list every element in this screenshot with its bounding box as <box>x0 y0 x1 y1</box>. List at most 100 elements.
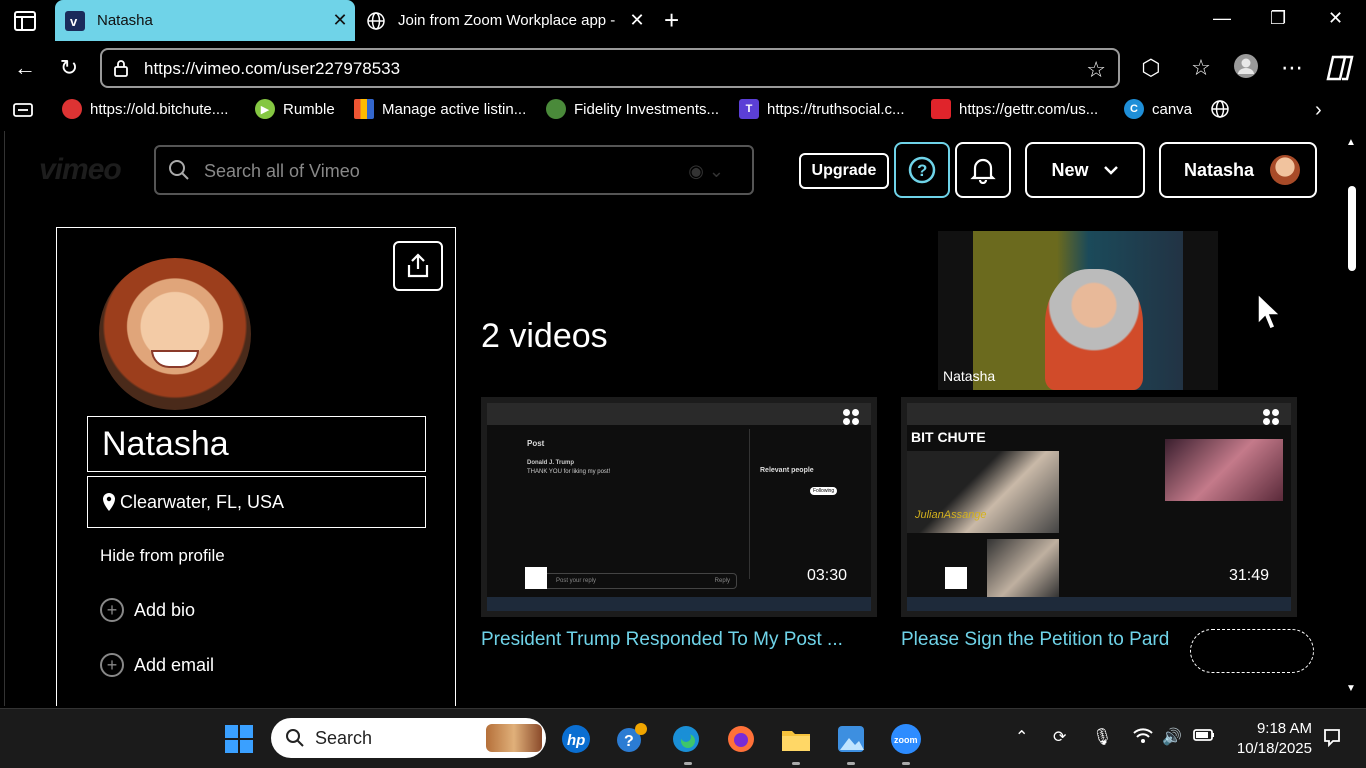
vimeo-favicon-icon: v <box>65 10 85 31</box>
video-title-1[interactable]: President Trump Responded To My Post ... <box>481 629 881 651</box>
profile-icon[interactable] <box>1233 53 1259 79</box>
vimeo-page: vimeo Search all of Vimeo ◉ ⌄ Upgrade ? … <box>4 131 1342 706</box>
bookmarks-more-chevron-icon[interactable]: › <box>1315 99 1322 122</box>
reading-list-icon[interactable] <box>12 101 34 119</box>
vimeo-logo[interactable]: vimeo <box>39 153 122 187</box>
new-tab-button[interactable]: + <box>664 6 679 34</box>
thumb-following-badge: Following <box>810 487 838 495</box>
upgrade-button[interactable]: Upgrade <box>799 153 889 189</box>
selection-checkbox[interactable] <box>525 567 547 589</box>
scroll-down-icon[interactable]: ▼ <box>1346 683 1356 694</box>
search-scope-icon[interactable]: ◉ ⌄ <box>688 161 724 182</box>
share-button[interactable] <box>393 241 443 291</box>
window-close-icon[interactable]: ✕ <box>1328 8 1343 29</box>
thumb-person-image: JulianAssange <box>907 451 1059 533</box>
tray-chevron-up-icon[interactable]: ⌃ <box>1015 727 1028 747</box>
extensions-icon[interactable]: ⬡ <box>1138 55 1164 81</box>
restore-icon[interactable]: ❐ <box>1270 8 1286 29</box>
bookmark-canva[interactable]: C canva <box>1124 99 1192 119</box>
scroll-up-icon[interactable]: ▲ <box>1346 137 1356 148</box>
file-explorer-icon[interactable] <box>780 723 812 755</box>
tab-actions-icon[interactable] <box>12 8 38 34</box>
video-title-2[interactable]: Please Sign the Petition to Pard <box>901 629 1197 651</box>
zoom-app-icon[interactable]: zoom <box>890 723 922 755</box>
favorite-star-icon[interactable]: ☆ <box>1086 57 1106 83</box>
favorites-icon[interactable]: ☆ <box>1188 55 1214 81</box>
new-button[interactable]: New <box>1025 142 1145 198</box>
svg-text:?: ? <box>917 161 927 180</box>
zoom-participant-tile[interactable]: Natasha <box>938 231 1218 390</box>
bookmark-globe[interactable] <box>1210 99 1230 119</box>
bookmark-rumble[interactable]: ▶ Rumble <box>255 99 335 119</box>
chevron-down-icon <box>1103 166 1118 175</box>
share-icon <box>407 253 429 278</box>
add-email-button[interactable]: + Add email <box>100 653 214 677</box>
taskbar-search-input[interactable]: Search <box>271 718 546 758</box>
system-clock[interactable]: 9:18 AM 10/18/2025 <box>1216 719 1312 759</box>
focus-outline <box>1190 629 1314 673</box>
minimize-icon[interactable]: — <box>1213 8 1231 29</box>
bookmark-label: Manage active listin... <box>382 100 527 118</box>
hide-from-profile-link[interactable]: Hide from profile <box>100 546 225 566</box>
bookmark-label: Fidelity Investments... <box>574 100 720 118</box>
thumb-bitchute-logo: BIT CHUTE <box>911 429 986 445</box>
avatar-smile <box>151 350 199 368</box>
search-highlight-image <box>486 724 542 752</box>
svg-text:zoom: zoom <box>894 735 918 745</box>
help-app-icon[interactable]: ? <box>615 723 647 755</box>
profile-name-field[interactable]: Natasha <box>87 416 426 472</box>
tab-close-icon[interactable]: ✕ <box>622 10 652 31</box>
address-bar[interactable]: https://vimeo.com/user227978533 ☆ <box>100 48 1120 88</box>
bookmark-truthsocial[interactable]: T https://truthsocial.c... <box>739 99 905 119</box>
bookmark-fidelity[interactable]: Fidelity Investments... <box>546 99 719 119</box>
taskbar-search-label: Search <box>315 727 373 748</box>
tab-natasha[interactable]: v Natasha ✕ <box>55 0 355 41</box>
edge-browser-icon[interactable] <box>670 723 702 755</box>
add-email-label: Add email <box>134 654 215 675</box>
bookmark-gettr[interactable]: https://gettr.com/us... <box>931 99 1098 119</box>
more-menu-icon[interactable]: ⋯ <box>1279 55 1305 81</box>
back-arrow-icon[interactable]: ← <box>12 55 38 81</box>
lock-icon <box>114 60 128 77</box>
profile-location-field[interactable]: Clearwater, FL, USA <box>87 476 426 528</box>
microphone-icon[interactable]: 🎙 <box>1092 727 1112 747</box>
notifications-button[interactable] <box>955 142 1011 198</box>
volume-icon[interactable]: 🔊 <box>1162 727 1182 747</box>
hp-app-icon[interactable]: hp <box>560 723 592 755</box>
video-thumbnail-1[interactable]: Post Donald J. Trump THANK YOU for likin… <box>481 397 877 617</box>
firefox-icon[interactable] <box>725 723 757 755</box>
participant-image <box>1045 269 1143 390</box>
bookmark-manage-listings[interactable]: Manage active listin... <box>354 99 526 119</box>
search-input[interactable]: Search all of Vimeo ◉ ⌄ <box>154 145 754 195</box>
video-thumbnail-2[interactable]: BIT CHUTE JulianAssange 31:49 <box>901 397 1297 617</box>
tab-zoom[interactable]: Join from Zoom Workplace app - ✕ <box>356 0 652 41</box>
copilot-icon[interactable] <box>1324 55 1356 81</box>
notification-center-icon[interactable] <box>1322 727 1342 752</box>
zoom-video-feed <box>973 231 1183 390</box>
refresh-icon[interactable]: ↻ <box>56 55 82 81</box>
page-scrollbar[interactable]: ▲ ▼ <box>1344 131 1360 706</box>
tab-close-icon[interactable]: ✕ <box>325 10 355 31</box>
selection-checkbox[interactable] <box>945 567 967 589</box>
thumb-menu-icon[interactable] <box>1263 409 1279 425</box>
bookmark-bitchute[interactable]: https://old.bitchute.... <box>62 99 228 119</box>
ebay-icon <box>354 99 374 119</box>
user-menu-button[interactable]: Natasha <box>1159 142 1317 198</box>
help-button[interactable]: ? <box>894 142 950 198</box>
thumb-menu-icon[interactable] <box>843 409 859 425</box>
scrollbar-thumb[interactable] <box>1348 186 1356 271</box>
bookmark-label: canva <box>1152 100 1193 118</box>
bookmarks-bar: https://old.bitchute.... ▶ Rumble Manage… <box>0 93 1366 127</box>
sync-icon[interactable]: ⟳ <box>1053 727 1066 747</box>
battery-icon[interactable] <box>1192 727 1216 748</box>
wifi-icon[interactable] <box>1132 727 1154 750</box>
truthsocial-icon: T <box>739 99 759 119</box>
windows-start-icon[interactable] <box>223 723 255 755</box>
add-bio-button[interactable]: + Add bio <box>100 598 195 622</box>
video-duration: 03:30 <box>807 567 848 584</box>
photos-app-icon[interactable] <box>835 723 867 755</box>
svg-text:hp: hp <box>567 732 585 749</box>
profile-avatar[interactable] <box>99 258 251 410</box>
question-icon: ? <box>908 156 936 184</box>
rumble-icon: ▶ <box>255 99 275 119</box>
